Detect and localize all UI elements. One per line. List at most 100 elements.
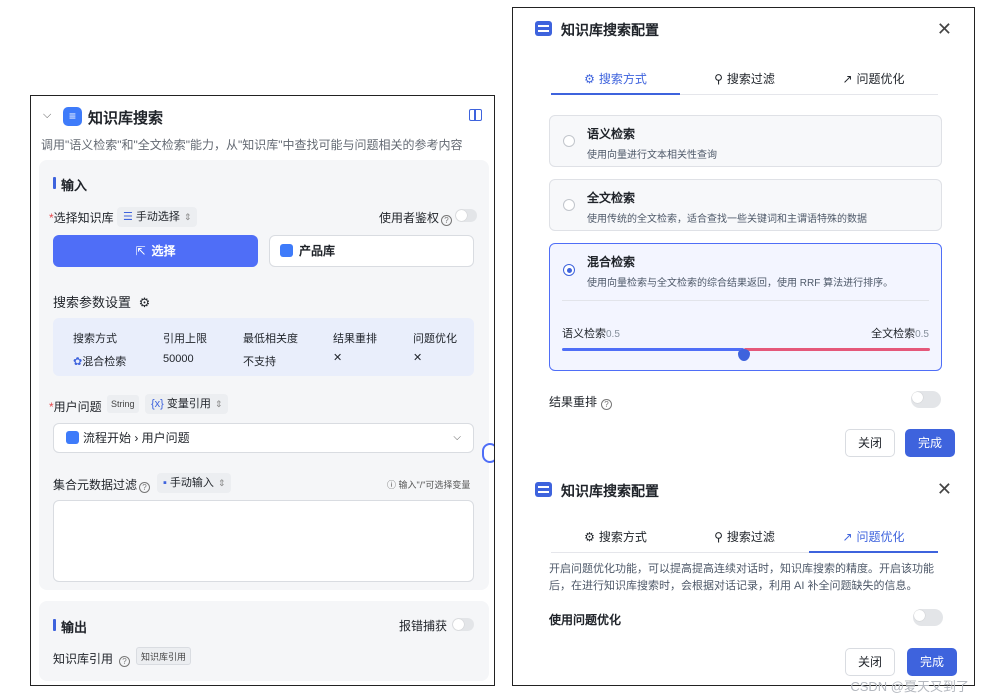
tab-search-filter[interactable]: ⚲ 搜索过滤 (680, 69, 809, 95)
cursor-icon: ⇱ (135, 244, 146, 258)
selected-kb-chip[interactable]: 产品库 (269, 235, 474, 267)
slider-left-label: 语义检索0.5 (562, 328, 620, 340)
dialog-tabs: ⚙ 搜索方式 ⚲ 搜索过滤 ↗ 问题优化 (551, 69, 938, 95)
param-header-relevance: 最低相关度 (243, 333, 298, 345)
search-params-table[interactable]: 搜索方式 引用上限 最低相关度 结果重排 问题优化 ✿混合检索 50000 不支… (53, 318, 474, 376)
auth-label: 使用者鉴权? (379, 209, 453, 226)
book-icon[interactable] (469, 109, 482, 121)
optimize-toggle[interactable] (913, 609, 943, 626)
type-tag: String (107, 395, 139, 413)
close-button[interactable]: 关闭 (845, 429, 895, 457)
done-button[interactable]: 完成 (907, 648, 957, 676)
radio-hybrid[interactable] (563, 264, 575, 276)
rerank-toggle[interactable] (911, 391, 941, 408)
node-header: ⌵ ≡ 知识库搜索 (31, 96, 494, 136)
database-icon: ≡ (63, 107, 82, 126)
tab-question-optimize[interactable]: ↗ 问题优化 (809, 527, 938, 553)
info-icon: ⓘ (387, 480, 399, 490)
connection-handle[interactable] (482, 443, 494, 463)
done-button[interactable]: 完成 (905, 429, 955, 457)
option-desc: 使用向量进行文本相关性查询 (587, 150, 717, 161)
database-icon (280, 244, 293, 257)
param-value-method: ✿混合检索 (73, 356, 127, 368)
node-description: 调用"语义检索"和"全文检索"能力，从"知识库"中查找可能与问题相关的参考内容 (41, 138, 463, 152)
optimize-description: 开启问题优化功能，可以提高提高连续对话时，知识库搜索的精度。开启该功能后，在进行… (549, 563, 934, 592)
output-section-title: 输出 (53, 617, 87, 636)
settings-icon (535, 482, 552, 497)
filter-icon: ⚲ (714, 72, 723, 86)
watermark: CSDN @夏天又到了 (850, 679, 969, 694)
option-fulltext[interactable]: 全文检索 使用传统的全文检索，适合查找一些关键词和主谓语特殊的数据 (549, 179, 942, 231)
config-panels: 知识库搜索配置 ✕ ⚙ 搜索方式 ⚲ 搜索过滤 ↗ 问题优化 语义检索 使用向量进行文… (512, 7, 975, 686)
slider-track-semantic[interactable] (562, 348, 744, 351)
tab-search-method[interactable]: ⚙ 搜索方式 (551, 69, 680, 95)
database-icon: ☰ (123, 211, 133, 223)
filter-mode-select[interactable]: ▪ 手动输入 ⇕ (157, 473, 232, 493)
tab-search-filter[interactable]: ⚲ 搜索过滤 (680, 527, 809, 553)
error-capture-toggle[interactable] (452, 618, 474, 631)
param-value-optimize: ✕ (413, 352, 423, 364)
close-button[interactable]: 关闭 (845, 648, 895, 676)
kb-ref-label: 知识库引用? (53, 650, 131, 667)
optimize-label: 使用问题优化 (549, 613, 622, 627)
option-semantic[interactable]: 语义检索 使用向量进行文本相关性查询 (549, 115, 942, 167)
option-hybrid[interactable]: 混合检索 使用向量检索与全文检索的综合结果返回，使用 RRF 算法进行排序。 语… (549, 243, 942, 371)
slider-right-label: 全文检索0.5 (871, 328, 929, 340)
option-desc: 使用传统的全文检索，适合查找一些关键词和主谓语特殊的数据 (587, 214, 867, 225)
user-question-mode-select[interactable]: {x} 变量引用 ⇕ (145, 394, 229, 414)
dialog-title: 知识库搜索配置 (561, 22, 659, 38)
help-icon[interactable]: ? (441, 215, 453, 226)
help-icon[interactable]: ? (601, 399, 613, 410)
gear-icon: ⚙ (584, 72, 595, 86)
param-title: 搜索参数设置 ⚙ (53, 295, 151, 310)
help-icon[interactable]: ? (119, 656, 131, 667)
auth-toggle[interactable] (455, 209, 477, 222)
select-kb-button[interactable]: ⇱ 选择 (53, 235, 258, 267)
filter-textarea[interactable] (53, 500, 474, 582)
settings-icon (535, 21, 552, 36)
chevron-down-icon: ⌵ (453, 432, 461, 443)
trend-icon: ↗ (842, 72, 853, 86)
chevron-down-icon[interactable]: ⌵ (43, 109, 51, 122)
input-section-title: 输入 (53, 175, 87, 194)
option-desc: 使用向量检索与全文检索的综合结果返回，使用 RRF 算法进行排序。 (587, 278, 894, 289)
kb-mode-select[interactable]: ☰ 手动选择 ⇕ (117, 207, 198, 227)
radio-fulltext[interactable] (563, 199, 575, 211)
rerank-label: 结果重排? (549, 393, 613, 410)
option-title: 混合检索 (587, 255, 636, 269)
help-icon[interactable]: ? (139, 482, 151, 493)
param-value-limit: 50000 (163, 353, 194, 365)
radio-semantic[interactable] (563, 135, 575, 147)
param-header-optimize: 问题优化 (413, 333, 457, 345)
close-icon[interactable]: ✕ (937, 20, 952, 38)
trend-icon: ↗ (842, 530, 853, 544)
tab-search-method[interactable]: ⚙ 搜索方式 (551, 527, 680, 553)
filter-label: 集合元数据过滤? (53, 476, 151, 493)
dialog-tabs: ⚙ 搜索方式 ⚲ 搜索过滤 ↗ 问题优化 (551, 527, 938, 553)
knowledge-search-node: ⌵ ≡ 知识库搜索 调用"语义检索"和"全文检索"能力，从"知识库"中查找可能与… (30, 95, 495, 686)
option-title: 全文检索 (587, 191, 636, 205)
close-icon[interactable]: ✕ (937, 480, 952, 498)
kb-label: *选择知识库 (49, 211, 114, 225)
user-question-select[interactable]: 流程开始 › 用户问题 ⌵ (53, 423, 474, 453)
param-value-rerank: ✕ (333, 352, 343, 364)
option-title: 语义检索 (587, 127, 636, 141)
search-config-dialog-method: 知识库搜索配置 ✕ ⚙ 搜索方式 ⚲ 搜索过滤 ↗ 问题优化 语义检索 使用向量进行文… (513, 8, 974, 463)
param-value-relevance: 不支持 (243, 356, 276, 368)
divider (562, 300, 929, 301)
output-section: 输出 报错捕获 知识库引用? 知识库引用 (39, 601, 489, 681)
filter-icon: ⚲ (714, 530, 723, 544)
param-header-limit: 引用上限 (163, 333, 207, 345)
user-question-label: *用户问题 (49, 400, 102, 414)
dialog-title: 知识库搜索配置 (561, 483, 659, 499)
param-header-rerank: 结果重排 (333, 333, 377, 345)
node-title: 知识库搜索 (88, 110, 164, 127)
flow-icon (66, 431, 79, 444)
tab-question-optimize[interactable]: ↗ 问题优化 (809, 69, 938, 95)
kb-ref-tag: 知识库引用 (136, 647, 192, 665)
error-capture-label: 报错捕获 (399, 619, 448, 633)
slider-track-fulltext[interactable] (744, 348, 930, 351)
gear-icon: ⚙ (584, 530, 595, 544)
gear-icon[interactable]: ⚙ (139, 295, 151, 310)
slider-thumb[interactable] (738, 349, 750, 361)
